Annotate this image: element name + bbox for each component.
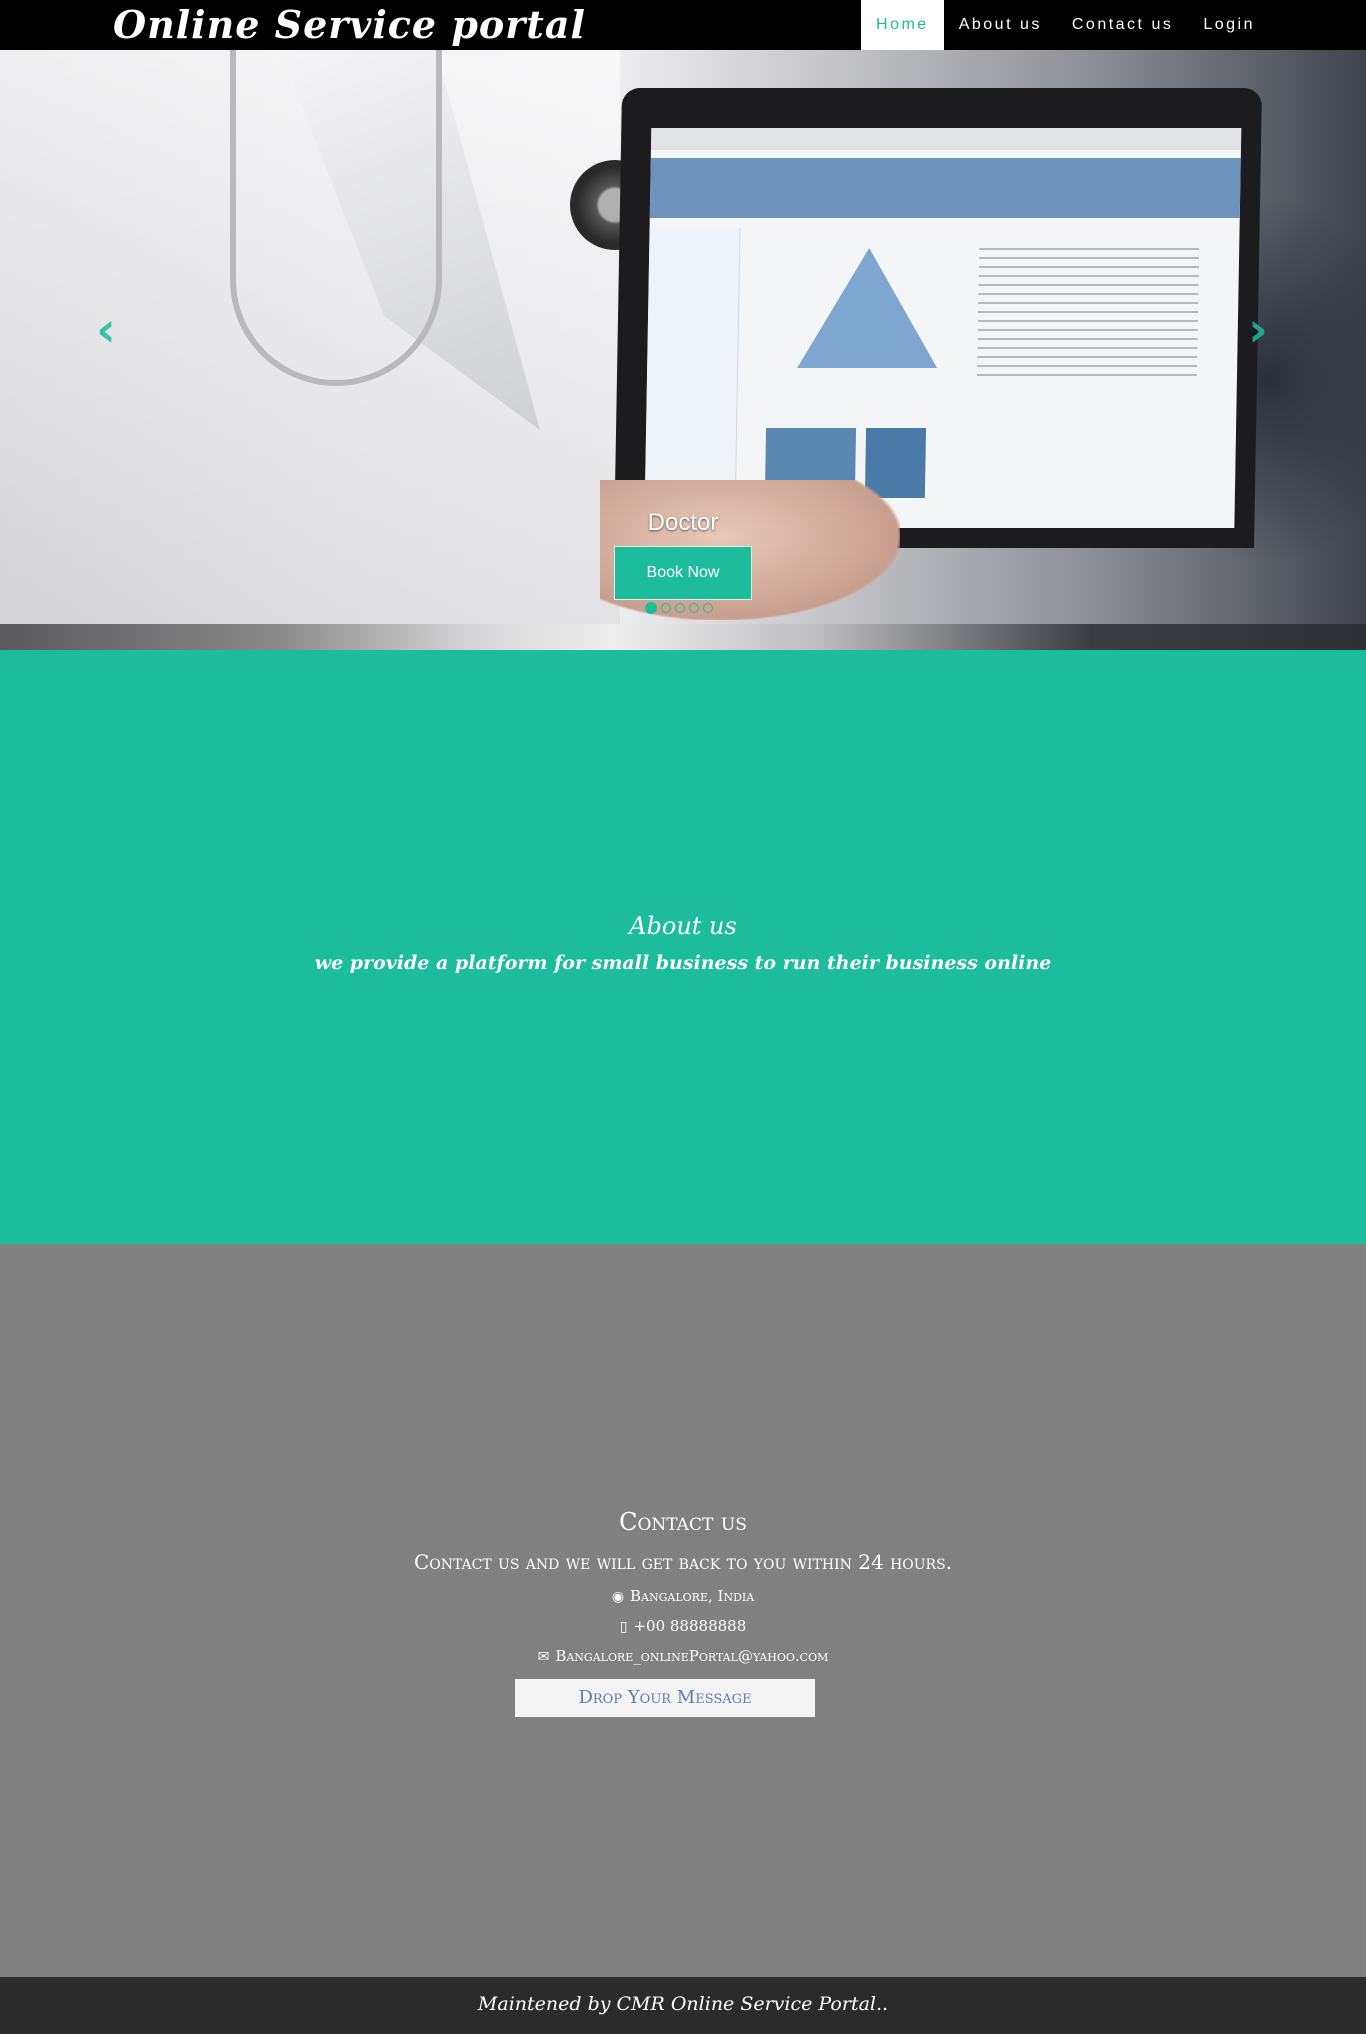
email-text[interactable]: Bangalore_onlinePortal@yahoo.com	[555, 1647, 828, 1665]
stethoscope	[230, 50, 442, 386]
carousel-indicator-4[interactable]	[689, 603, 699, 613]
about-section: About us we provide a platform for small…	[0, 650, 1366, 1244]
browser-bar	[650, 128, 1242, 150]
drop-message-button[interactable]: Drop Your Message	[515, 1679, 815, 1717]
map-marker-icon: ◉	[611, 1589, 625, 1605]
site-header-graphic	[649, 158, 1241, 218]
contact-phone: ▯ +00 88888888	[0, 1617, 1366, 1635]
nav-login[interactable]: Login	[1188, 0, 1270, 50]
location-text: Bangalore, India	[630, 1587, 755, 1605]
contact-section: Contact us Contact us and we will get ba…	[0, 1244, 1366, 1977]
phone-text: +00 88888888	[633, 1617, 747, 1635]
brand-title[interactable]: Online Service portal	[113, 0, 586, 50]
site-text-graphic	[976, 248, 1200, 378]
about-title: About us	[629, 912, 737, 940]
footer: Maintened by CMR Online Service Portal..	[0, 1977, 1366, 2034]
contact-email: ✉ Bangalore_onlinePortal@yahoo.com	[0, 1647, 1366, 1665]
chevron-right-icon[interactable]: ›	[1238, 300, 1278, 360]
chevron-left-icon[interactable]: ‹	[86, 300, 126, 360]
hero-carousel: ‹ › Doctor Book Now	[0, 50, 1366, 624]
phone-icon: ▯	[619, 1619, 628, 1635]
laptop-screen	[644, 128, 1242, 528]
envelope-icon: ✉	[537, 1649, 550, 1665]
carousel-indicator-2[interactable]	[661, 603, 671, 613]
slide-caption: Doctor	[647, 509, 719, 536]
main-nav: Home About us Contact us Login	[861, 0, 1270, 50]
nav-about-us[interactable]: About us	[944, 0, 1057, 50]
site-logo-graphic	[797, 248, 940, 368]
book-now-button[interactable]: Book Now	[614, 546, 752, 600]
contact-subtitle: Contact us and we will get back to you w…	[413, 1550, 953, 1574]
laptop	[613, 88, 1263, 548]
top-navbar: Online Service portal Home About us Cont…	[0, 0, 1366, 50]
carousel-indicator-5[interactable]	[703, 603, 713, 613]
hero-background-strip	[0, 624, 1366, 650]
nav-home[interactable]: Home	[861, 0, 944, 50]
about-description: we provide a platform for small business…	[314, 952, 1052, 974]
contact-title: Contact us	[619, 1508, 747, 1536]
contact-location: ◉ Bangalore, India	[0, 1587, 1366, 1605]
carousel-indicator-1[interactable]	[645, 602, 657, 614]
nav-contact-us[interactable]: Contact us	[1057, 0, 1188, 50]
footer-text: Maintened by CMR Online Service Portal..	[477, 1993, 889, 2015]
carousel-indicator-3[interactable]	[675, 603, 685, 613]
carousel-indicators	[645, 602, 713, 614]
